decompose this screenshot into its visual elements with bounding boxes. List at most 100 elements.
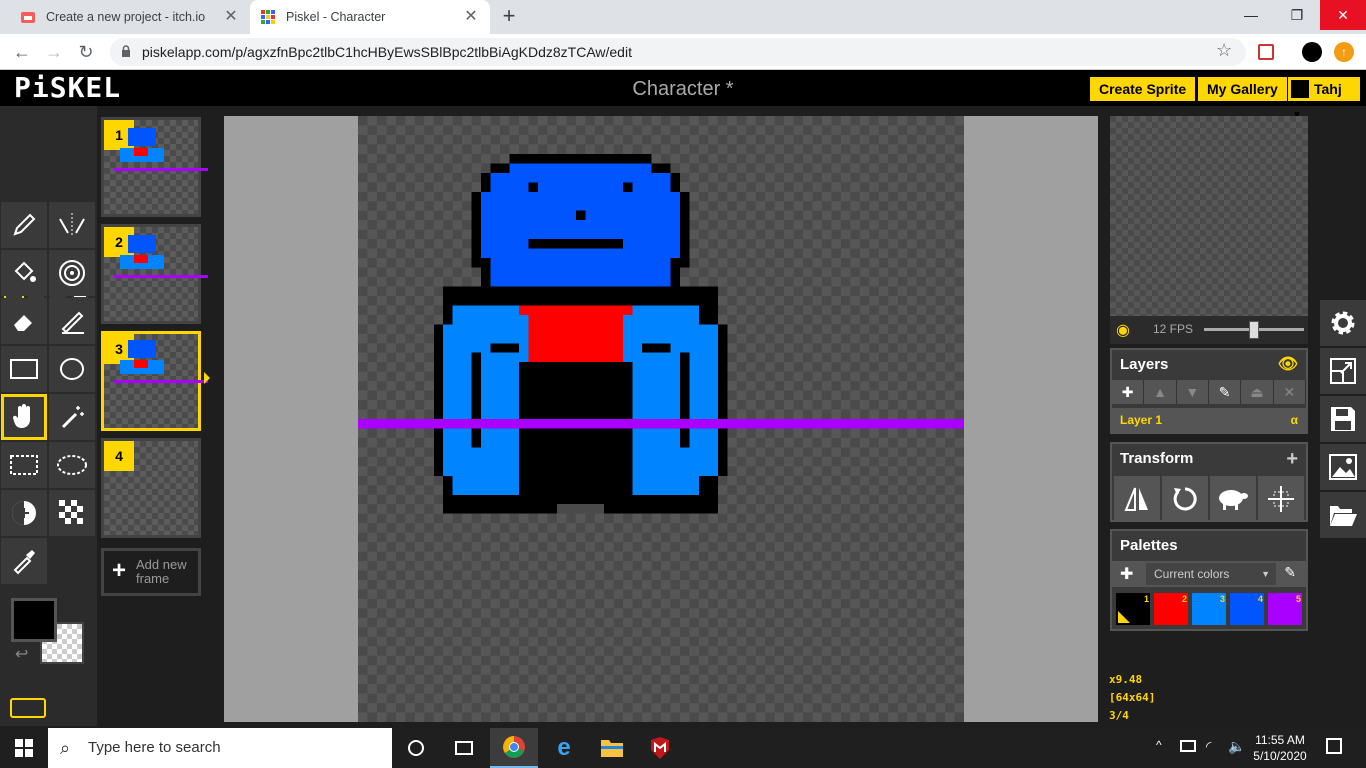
add-palette-icon[interactable]: ✚ — [1120, 564, 1133, 584]
rect-select-tool[interactable] — [1, 442, 47, 488]
palette-toolbar: ✚ Current colors ▼ ✎ — [1112, 561, 1306, 587]
add-frame-button[interactable]: + Add new frame — [101, 548, 201, 596]
frame-thumbnail[interactable]: 2 — [101, 224, 208, 324]
close-tab-icon[interactable]: ✕ — [222, 8, 240, 26]
rectangle-icon — [10, 359, 38, 379]
explorer-taskbar-button[interactable] — [588, 728, 636, 768]
clock[interactable]: 11:55 AM 5/10/2020 — [1250, 732, 1310, 764]
extension-icon[interactable] — [1258, 44, 1274, 60]
layer-row[interactable]: Layer 1 α — [1112, 408, 1306, 432]
windows-icon — [15, 739, 33, 757]
delete-layer-button[interactable]: ✕ — [1273, 380, 1306, 404]
keyboard-shortcuts-icon[interactable] — [10, 698, 46, 718]
chrome-icon — [503, 736, 525, 758]
flip-button[interactable] — [1114, 476, 1160, 522]
user-menu-button[interactable]: Tahj ▼ — [1288, 77, 1360, 121]
fps-slider-handle[interactable] — [1249, 321, 1259, 339]
circle-icon — [60, 358, 84, 380]
move-layer-up-button[interactable]: ▲ — [1144, 380, 1177, 404]
rename-layer-button[interactable]: ✎ — [1208, 380, 1242, 404]
eye-icon[interactable]: 👁 — [1278, 350, 1298, 380]
paint-same-color-tool[interactable] — [49, 250, 95, 296]
add-layer-button[interactable]: ✚ — [1112, 380, 1145, 404]
back-icon[interactable]: ← — [10, 40, 34, 64]
save-button[interactable] — [1320, 396, 1366, 442]
clone-button[interactable] — [1210, 476, 1256, 522]
dithering-tool[interactable] — [49, 490, 95, 536]
onion-skin-icon[interactable]: ◉ — [1116, 320, 1130, 340]
profile-avatar[interactable] — [1302, 42, 1322, 62]
lasso-select-tool[interactable] — [49, 442, 95, 488]
move-tool[interactable] — [1, 394, 47, 440]
my-gallery-button[interactable]: My Gallery — [1198, 77, 1287, 101]
battery-icon[interactable] — [1180, 740, 1196, 752]
close-window-button[interactable]: ✕ — [1320, 0, 1366, 30]
panel-title: Layers — [1120, 356, 1169, 373]
chevron-up-icon[interactable]: ^ — [1156, 738, 1162, 752]
frame-thumbnail-selected[interactable]: 3 — [101, 331, 210, 431]
rectangle-tool[interactable] — [1, 346, 47, 392]
palette-swatch[interactable]: 3 — [1192, 593, 1226, 625]
start-button[interactable] — [0, 728, 48, 768]
settings-button[interactable] — [1320, 300, 1366, 346]
checker-icon — [59, 500, 83, 524]
reload-icon[interactable]: ↻ — [74, 40, 98, 64]
url-field[interactable]: piskelapp.com/p/agxzfnBpc2tlbC1hcHByEwsS… — [110, 38, 1246, 66]
volume-icon[interactable]: 🔈 — [1228, 738, 1245, 755]
merge-layer-button[interactable]: ⏏ — [1241, 380, 1274, 404]
palette-select[interactable]: Current colors ▼ — [1146, 563, 1276, 585]
bookmark-star-icon[interactable]: ☆ — [1216, 40, 1232, 61]
edit-palette-icon[interactable]: ✎ — [1284, 564, 1296, 581]
minimize-button[interactable]: — — [1228, 0, 1274, 30]
color-picker-tool[interactable] — [1, 538, 47, 584]
create-sprite-button[interactable]: Create Sprite — [1090, 77, 1196, 101]
forward-icon[interactable]: → — [42, 40, 66, 64]
new-tab-button[interactable]: + — [498, 5, 520, 28]
palette-swatch[interactable]: 1 — [1116, 593, 1150, 625]
mirror-pen-tool[interactable] — [49, 202, 95, 248]
eraser-tool[interactable] — [1, 298, 47, 344]
animation-preview[interactable] — [1110, 116, 1308, 316]
drawing-canvas[interactable] — [358, 116, 964, 722]
task-view-button[interactable] — [440, 728, 488, 768]
palette-select-value: Current colors — [1154, 567, 1230, 581]
export-button[interactable] — [1320, 444, 1366, 490]
tab-piskel[interactable]: Piskel - Character ✕ — [250, 0, 490, 34]
edge-taskbar-button[interactable]: e — [540, 728, 588, 768]
canvas-size: [64x64] — [1109, 691, 1156, 704]
layer-alpha[interactable]: α — [1291, 408, 1298, 432]
close-tab-icon[interactable]: ✕ — [462, 8, 480, 26]
swap-colors-icon[interactable]: ↩ — [15, 644, 28, 664]
zoom-level: x9.48 — [1109, 673, 1143, 686]
move-layer-down-button[interactable]: ▼ — [1176, 380, 1209, 404]
palette-swatch[interactable]: 2 — [1154, 593, 1188, 625]
plus-icon[interactable]: + — [1286, 444, 1298, 474]
update-icon[interactable]: ↑ — [1334, 42, 1354, 62]
maximize-button[interactable]: ❐ — [1274, 0, 1320, 30]
palette-swatch[interactable]: 5 — [1268, 593, 1302, 625]
pen-tool[interactable] — [1, 202, 47, 248]
windows-taskbar: ⌕ Type here to search e ^ ◜ 🔈 11:55 AM 5… — [0, 728, 1366, 768]
taskbar-search[interactable]: ⌕ Type here to search — [48, 728, 392, 768]
bucket-tool[interactable] — [1, 250, 47, 296]
frame-thumbnail[interactable]: 1 — [101, 117, 208, 217]
palette-swatch[interactable]: 4 — [1230, 593, 1264, 625]
mcafee-taskbar-button[interactable] — [636, 728, 684, 768]
target-icon — [59, 260, 85, 286]
cortana-button[interactable] — [392, 728, 440, 768]
circle-tool[interactable] — [49, 346, 95, 392]
chrome-taskbar-button[interactable] — [490, 728, 538, 768]
import-button[interactable] — [1320, 492, 1366, 538]
frame-thumbnail[interactable]: 4 — [101, 438, 201, 538]
shape-select-tool[interactable] — [49, 394, 95, 440]
primary-color-swatch[interactable] — [11, 598, 57, 642]
align-button[interactable] — [1258, 476, 1304, 522]
stroke-tool[interactable] — [49, 298, 95, 344]
rotate-button[interactable] — [1162, 476, 1208, 522]
wifi-icon[interactable]: ◜ — [1206, 738, 1211, 755]
resize-button[interactable] — [1320, 348, 1366, 394]
notifications-icon[interactable] — [1326, 738, 1342, 754]
fps-bar: ◉ 12 FPS — [1110, 316, 1308, 344]
lighten-tool[interactable] — [1, 490, 47, 536]
tab-itch[interactable]: Create a new project - itch.io ✕ — [10, 0, 250, 34]
